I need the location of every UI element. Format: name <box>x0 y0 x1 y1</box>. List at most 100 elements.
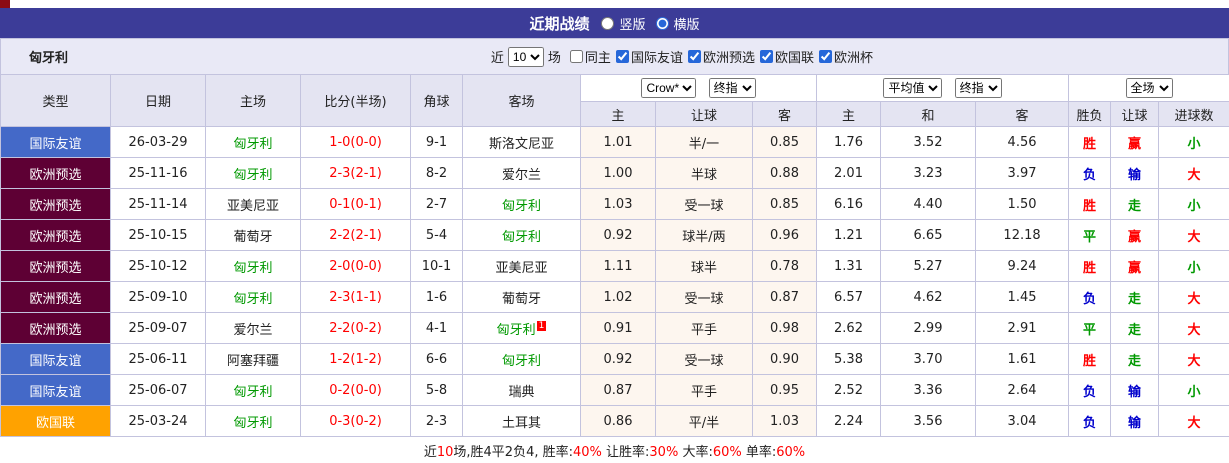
home-team: 匈牙利 <box>206 251 301 282</box>
match-type-badge: 欧洲预选 <box>1 189 111 220</box>
summary-segment: 大率: <box>678 445 713 460</box>
avg-odds-draw: 3.52 <box>881 127 976 158</box>
filter-checkbox-option[interactable]: 国际友谊 <box>616 47 683 66</box>
home-team: 葡萄牙 <box>206 220 301 251</box>
filter-checkbox[interactable] <box>819 50 832 63</box>
filter-checkbox-option[interactable]: 同主 <box>570 47 611 66</box>
avg-odds-draw: 4.62 <box>881 282 976 313</box>
home-team: 匈牙利 <box>206 375 301 406</box>
odds-home: 0.91 <box>581 313 656 344</box>
corner-score: 2-7 <box>411 189 463 220</box>
odds-away: 0.98 <box>753 313 817 344</box>
avg-odds-away: 2.91 <box>976 313 1069 344</box>
away-team-name: 亚美尼亚 <box>495 261 547 276</box>
table-row: 欧洲预选 25-11-14 亚美尼亚 0-1(0-1) 2-7 匈牙利 1.03… <box>1 189 1229 220</box>
top-strip <box>0 0 1229 8</box>
layout-option[interactable]: 竖版 <box>601 14 645 33</box>
home-team: 匈牙利 <box>206 282 301 313</box>
odds-handicap: 球半 <box>656 251 753 282</box>
match-score: 2-3(1-1) <box>301 282 411 313</box>
col-header-away: 客场 <box>463 75 581 127</box>
away-team: 匈牙利 <box>463 220 581 251</box>
recent-count-select[interactable]: 10 <box>508 47 544 67</box>
corner-score: 5-4 <box>411 220 463 251</box>
odds-home: 0.86 <box>581 406 656 437</box>
match-date: 25-11-14 <box>111 189 206 220</box>
table-row: 国际友谊 25-06-11 阿塞拜疆 1-2(1-2) 6-6 匈牙利 0.92… <box>1 344 1229 375</box>
bookmaker-stage-select[interactable]: 终指 <box>709 78 756 98</box>
title-bar: 近期战绩 竖版横版 <box>0 8 1229 38</box>
filter-bar: 匈牙利 近 10 场 同主国际友谊欧洲预选欧国联欧洲杯 <box>0 38 1229 74</box>
result-goals: 大 <box>1159 220 1229 251</box>
result-goals: 小 <box>1159 251 1229 282</box>
filter-checkbox-option[interactable]: 欧国联 <box>760 47 814 66</box>
layout-option[interactable]: 横版 <box>656 14 700 33</box>
home-team: 匈牙利 <box>206 158 301 189</box>
match-date: 25-11-16 <box>111 158 206 189</box>
odds-away: 1.03 <box>753 406 817 437</box>
average-select[interactable]: 平均值 <box>883 78 942 98</box>
away-team: 匈牙利1 <box>463 313 581 344</box>
odds-home: 0.87 <box>581 375 656 406</box>
bookmaker-select[interactable]: Crow* <box>641 78 696 98</box>
avg-odds-home: 6.57 <box>817 282 881 313</box>
match-date: 25-09-07 <box>111 313 206 344</box>
result-winloss: 平 <box>1069 220 1111 251</box>
away-team: 斯洛文尼亚 <box>463 127 581 158</box>
away-note-badge: 1 <box>537 321 547 331</box>
home-team: 阿塞拜疆 <box>206 344 301 375</box>
result-handicap: 走 <box>1111 344 1159 375</box>
away-team-name: 瑞典 <box>508 385 534 400</box>
result-handicap: 输 <box>1111 158 1159 189</box>
summary-text: 近10场,胜4平2负4, 胜率:40% 让胜率:30% 大率:60% 单率:60… <box>424 441 805 460</box>
col-header-date: 日期 <box>111 75 206 127</box>
table-row: 欧洲预选 25-09-07 爱尔兰 2-2(0-2) 4-1 匈牙利1 0.91… <box>1 313 1229 344</box>
filter-checkbox-option[interactable]: 欧洲杯 <box>819 47 873 66</box>
avg-odds-home: 1.31 <box>817 251 881 282</box>
filter-checkbox[interactable] <box>570 50 583 63</box>
home-team: 亚美尼亚 <box>206 189 301 220</box>
home-team: 匈牙利 <box>206 406 301 437</box>
layout-options: 竖版横版 <box>601 14 699 33</box>
result-goals: 大 <box>1159 313 1229 344</box>
avg-odds-draw: 3.70 <box>881 344 976 375</box>
col-header-score: 比分(半场) <box>301 75 411 127</box>
match-type-badge: 欧洲预选 <box>1 282 111 313</box>
match-date: 25-06-11 <box>111 344 206 375</box>
corner-score: 6-6 <box>411 344 463 375</box>
avg-odds-draw: 6.65 <box>881 220 976 251</box>
odds-handicap: 受一球 <box>656 189 753 220</box>
match-date: 25-10-12 <box>111 251 206 282</box>
layout-radio[interactable] <box>601 17 614 30</box>
filter-checkbox-option[interactable]: 欧洲预选 <box>688 47 755 66</box>
filter-checkbox[interactable] <box>688 50 701 63</box>
odds-away: 0.85 <box>753 127 817 158</box>
match-score: 2-2(0-2) <box>301 313 411 344</box>
layout-radio[interactable] <box>656 17 669 30</box>
match-score: 1-0(0-0) <box>301 127 411 158</box>
filter-checkbox-label: 欧洲预选 <box>703 47 755 66</box>
odds-away: 0.87 <box>753 282 817 313</box>
away-team-name: 匈牙利 <box>502 230 541 245</box>
result-winloss: 胜 <box>1069 251 1111 282</box>
match-score: 0-1(0-1) <box>301 189 411 220</box>
col-header-corner: 角球 <box>411 75 463 127</box>
away-team: 葡萄牙 <box>463 282 581 313</box>
team-name: 匈牙利 <box>29 47 68 66</box>
result-handicap: 走 <box>1111 189 1159 220</box>
result-handicap: 输 <box>1111 375 1159 406</box>
corner-score: 4-1 <box>411 313 463 344</box>
col-header-handicap-result: 让球 <box>1111 102 1159 127</box>
result-winloss: 胜 <box>1069 189 1111 220</box>
result-goals: 大 <box>1159 344 1229 375</box>
corner-score: 2-3 <box>411 406 463 437</box>
avg-odds-home: 2.24 <box>817 406 881 437</box>
filter-checkbox-label: 欧国联 <box>775 47 814 66</box>
scope-select[interactable]: 全场 <box>1126 78 1173 98</box>
filter-checkbox[interactable] <box>760 50 773 63</box>
filter-checkbox[interactable] <box>616 50 629 63</box>
result-winloss: 负 <box>1069 406 1111 437</box>
odds-handicap: 受一球 <box>656 344 753 375</box>
average-stage-select[interactable]: 终指 <box>955 78 1002 98</box>
odds-away: 0.78 <box>753 251 817 282</box>
